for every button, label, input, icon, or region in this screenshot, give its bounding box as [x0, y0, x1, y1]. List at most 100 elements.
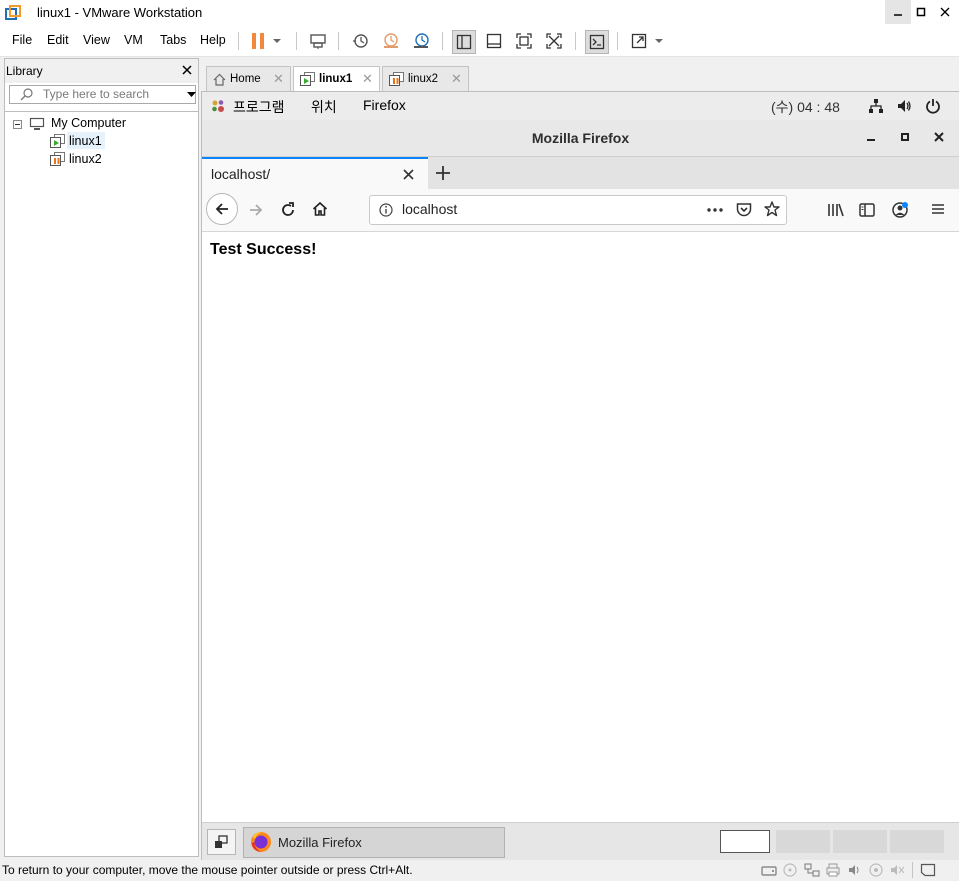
tab-linux2[interactable]: linux2 ✕: [382, 66, 469, 92]
power-icon[interactable]: [925, 98, 941, 114]
toolbar-separator: [575, 32, 576, 50]
menu-vm[interactable]: VM: [124, 33, 143, 47]
url-bar[interactable]: localhost: [369, 195, 787, 225]
show-thumbnail-bar-icon[interactable]: [483, 30, 505, 52]
back-arrow-icon: [214, 201, 230, 217]
collapse-icon[interactable]: [13, 120, 22, 129]
workspace-3[interactable]: [833, 830, 887, 853]
close-button[interactable]: [932, 0, 958, 24]
reload-icon[interactable]: [280, 202, 296, 218]
snapshot-icon[interactable]: [349, 30, 371, 52]
sound-muted-icon[interactable]: [890, 863, 906, 877]
gnome-top-bar: 프로그램 위치 Firefox (수) 04 : 48: [202, 92, 959, 120]
library-search-input[interactable]: Type here to search: [9, 85, 196, 104]
app-menu[interactable]: Firefox: [363, 97, 406, 113]
console-view-icon[interactable]: [585, 30, 609, 54]
library-header: Library: [5, 59, 198, 83]
toolbar-separator: [296, 32, 297, 50]
maximize-icon[interactable]: [900, 132, 910, 142]
maximize-button[interactable]: [908, 0, 934, 24]
computer-icon: [29, 117, 45, 131]
firefox-window: Mozilla Firefox localhost/ localhost Tes…: [202, 120, 959, 822]
usb-icon[interactable]: [869, 863, 883, 877]
pause-icon[interactable]: [247, 30, 269, 52]
show-desktop-icon: [214, 835, 228, 849]
firefox-nav-bar: localhost: [202, 189, 959, 232]
minimize-icon[interactable]: [866, 132, 876, 142]
revert-snapshot-icon[interactable]: [380, 30, 402, 52]
firefox-tab[interactable]: localhost/: [202, 157, 428, 189]
search-icon: [20, 88, 33, 101]
library-icon[interactable]: [827, 202, 845, 218]
clock[interactable]: (수) 04 : 48: [771, 97, 840, 117]
menu-tabs[interactable]: Tabs: [160, 33, 186, 47]
workspace-4[interactable]: [890, 830, 944, 853]
menu-file[interactable]: File: [12, 33, 32, 47]
close-tab-icon[interactable]: ✕: [362, 71, 373, 87]
firefox-tab-title: localhost/: [211, 166, 271, 182]
hard-disk-icon[interactable]: [761, 863, 777, 877]
send-ctrl-alt-del-icon[interactable]: [307, 30, 329, 52]
guest-screen[interactable]: 프로그램 위치 Firefox (수) 04 : 48 Mozilla Fire…: [201, 91, 959, 861]
menu-help[interactable]: Help: [200, 33, 226, 47]
back-button[interactable]: [206, 193, 238, 225]
new-tab-icon[interactable]: [435, 165, 451, 181]
message-log-icon[interactable]: [920, 863, 936, 877]
account-icon[interactable]: [891, 201, 909, 219]
sound-card-icon[interactable]: [848, 863, 864, 877]
menu-view[interactable]: View: [83, 33, 110, 47]
url-text[interactable]: localhost: [402, 201, 457, 217]
tab-label: linux1: [319, 73, 353, 85]
forward-arrow-icon[interactable]: [248, 202, 264, 218]
info-icon[interactable]: [379, 203, 393, 217]
home-icon: [213, 73, 226, 86]
search-placeholder: Type here to search: [43, 87, 150, 101]
show-desktop-button[interactable]: [207, 829, 236, 855]
gnome-taskbar: Mozilla Firefox: [202, 822, 959, 861]
places-menu[interactable]: 위치: [311, 97, 337, 117]
printer-icon[interactable]: [826, 863, 840, 877]
network-icon[interactable]: [868, 98, 884, 114]
menu-edit[interactable]: Edit: [47, 33, 69, 47]
applications-menu[interactable]: 프로그램: [233, 97, 285, 117]
bookmark-star-icon[interactable]: [764, 201, 780, 217]
network-adapter-icon[interactable]: [804, 863, 820, 877]
close-icon[interactable]: [934, 132, 944, 142]
gnome-foot-icon: [211, 99, 225, 113]
home-icon[interactable]: [312, 201, 328, 217]
sidebar-icon[interactable]: [859, 202, 875, 218]
close-tab-icon[interactable]: ✕: [451, 71, 462, 87]
volume-icon[interactable]: [896, 98, 912, 114]
stretch-guest-icon[interactable]: [628, 30, 650, 52]
chevron-down-icon[interactable]: [652, 30, 666, 52]
chevron-down-icon[interactable]: [187, 92, 196, 97]
close-tab-icon[interactable]: [403, 169, 414, 180]
taskbar-window-firefox[interactable]: Mozilla Firefox: [243, 827, 505, 858]
tab-label: linux2: [408, 73, 439, 85]
workspace-1[interactable]: [720, 830, 770, 853]
tab-home[interactable]: Home ✕: [206, 66, 291, 92]
page-actions-icon[interactable]: [707, 208, 723, 212]
close-library-icon[interactable]: [182, 65, 192, 75]
cd-dvd-icon[interactable]: [783, 863, 797, 877]
status-separator: [912, 862, 913, 878]
full-screen-icon[interactable]: [513, 30, 535, 52]
workspace-2[interactable]: [776, 830, 830, 853]
pocket-icon[interactable]: [736, 202, 752, 217]
tree-item-linux2[interactable]: linux2: [69, 152, 102, 166]
unity-icon[interactable]: [543, 30, 565, 52]
tree-item-linux1[interactable]: linux1: [67, 132, 105, 149]
close-tab-icon[interactable]: ✕: [273, 71, 284, 87]
menu-bar: File Edit View VM Tabs Help: [0, 26, 959, 57]
taskbar-window-label: Mozilla Firefox: [278, 835, 362, 850]
hamburger-menu-icon[interactable]: [931, 202, 945, 216]
firefox-window-title: Mozilla Firefox: [531, 130, 630, 146]
tab-linux1[interactable]: linux1 ✕: [293, 66, 380, 93]
vmware-logo-icon: [5, 5, 21, 21]
tree-root-label[interactable]: My Computer: [51, 116, 126, 130]
snapshot-manager-icon[interactable]: [410, 30, 432, 52]
tab-label: Home: [230, 73, 261, 85]
show-library-icon[interactable]: [452, 30, 476, 54]
firefox-tab-strip: localhost/: [202, 157, 959, 189]
chevron-down-icon[interactable]: [270, 30, 284, 52]
